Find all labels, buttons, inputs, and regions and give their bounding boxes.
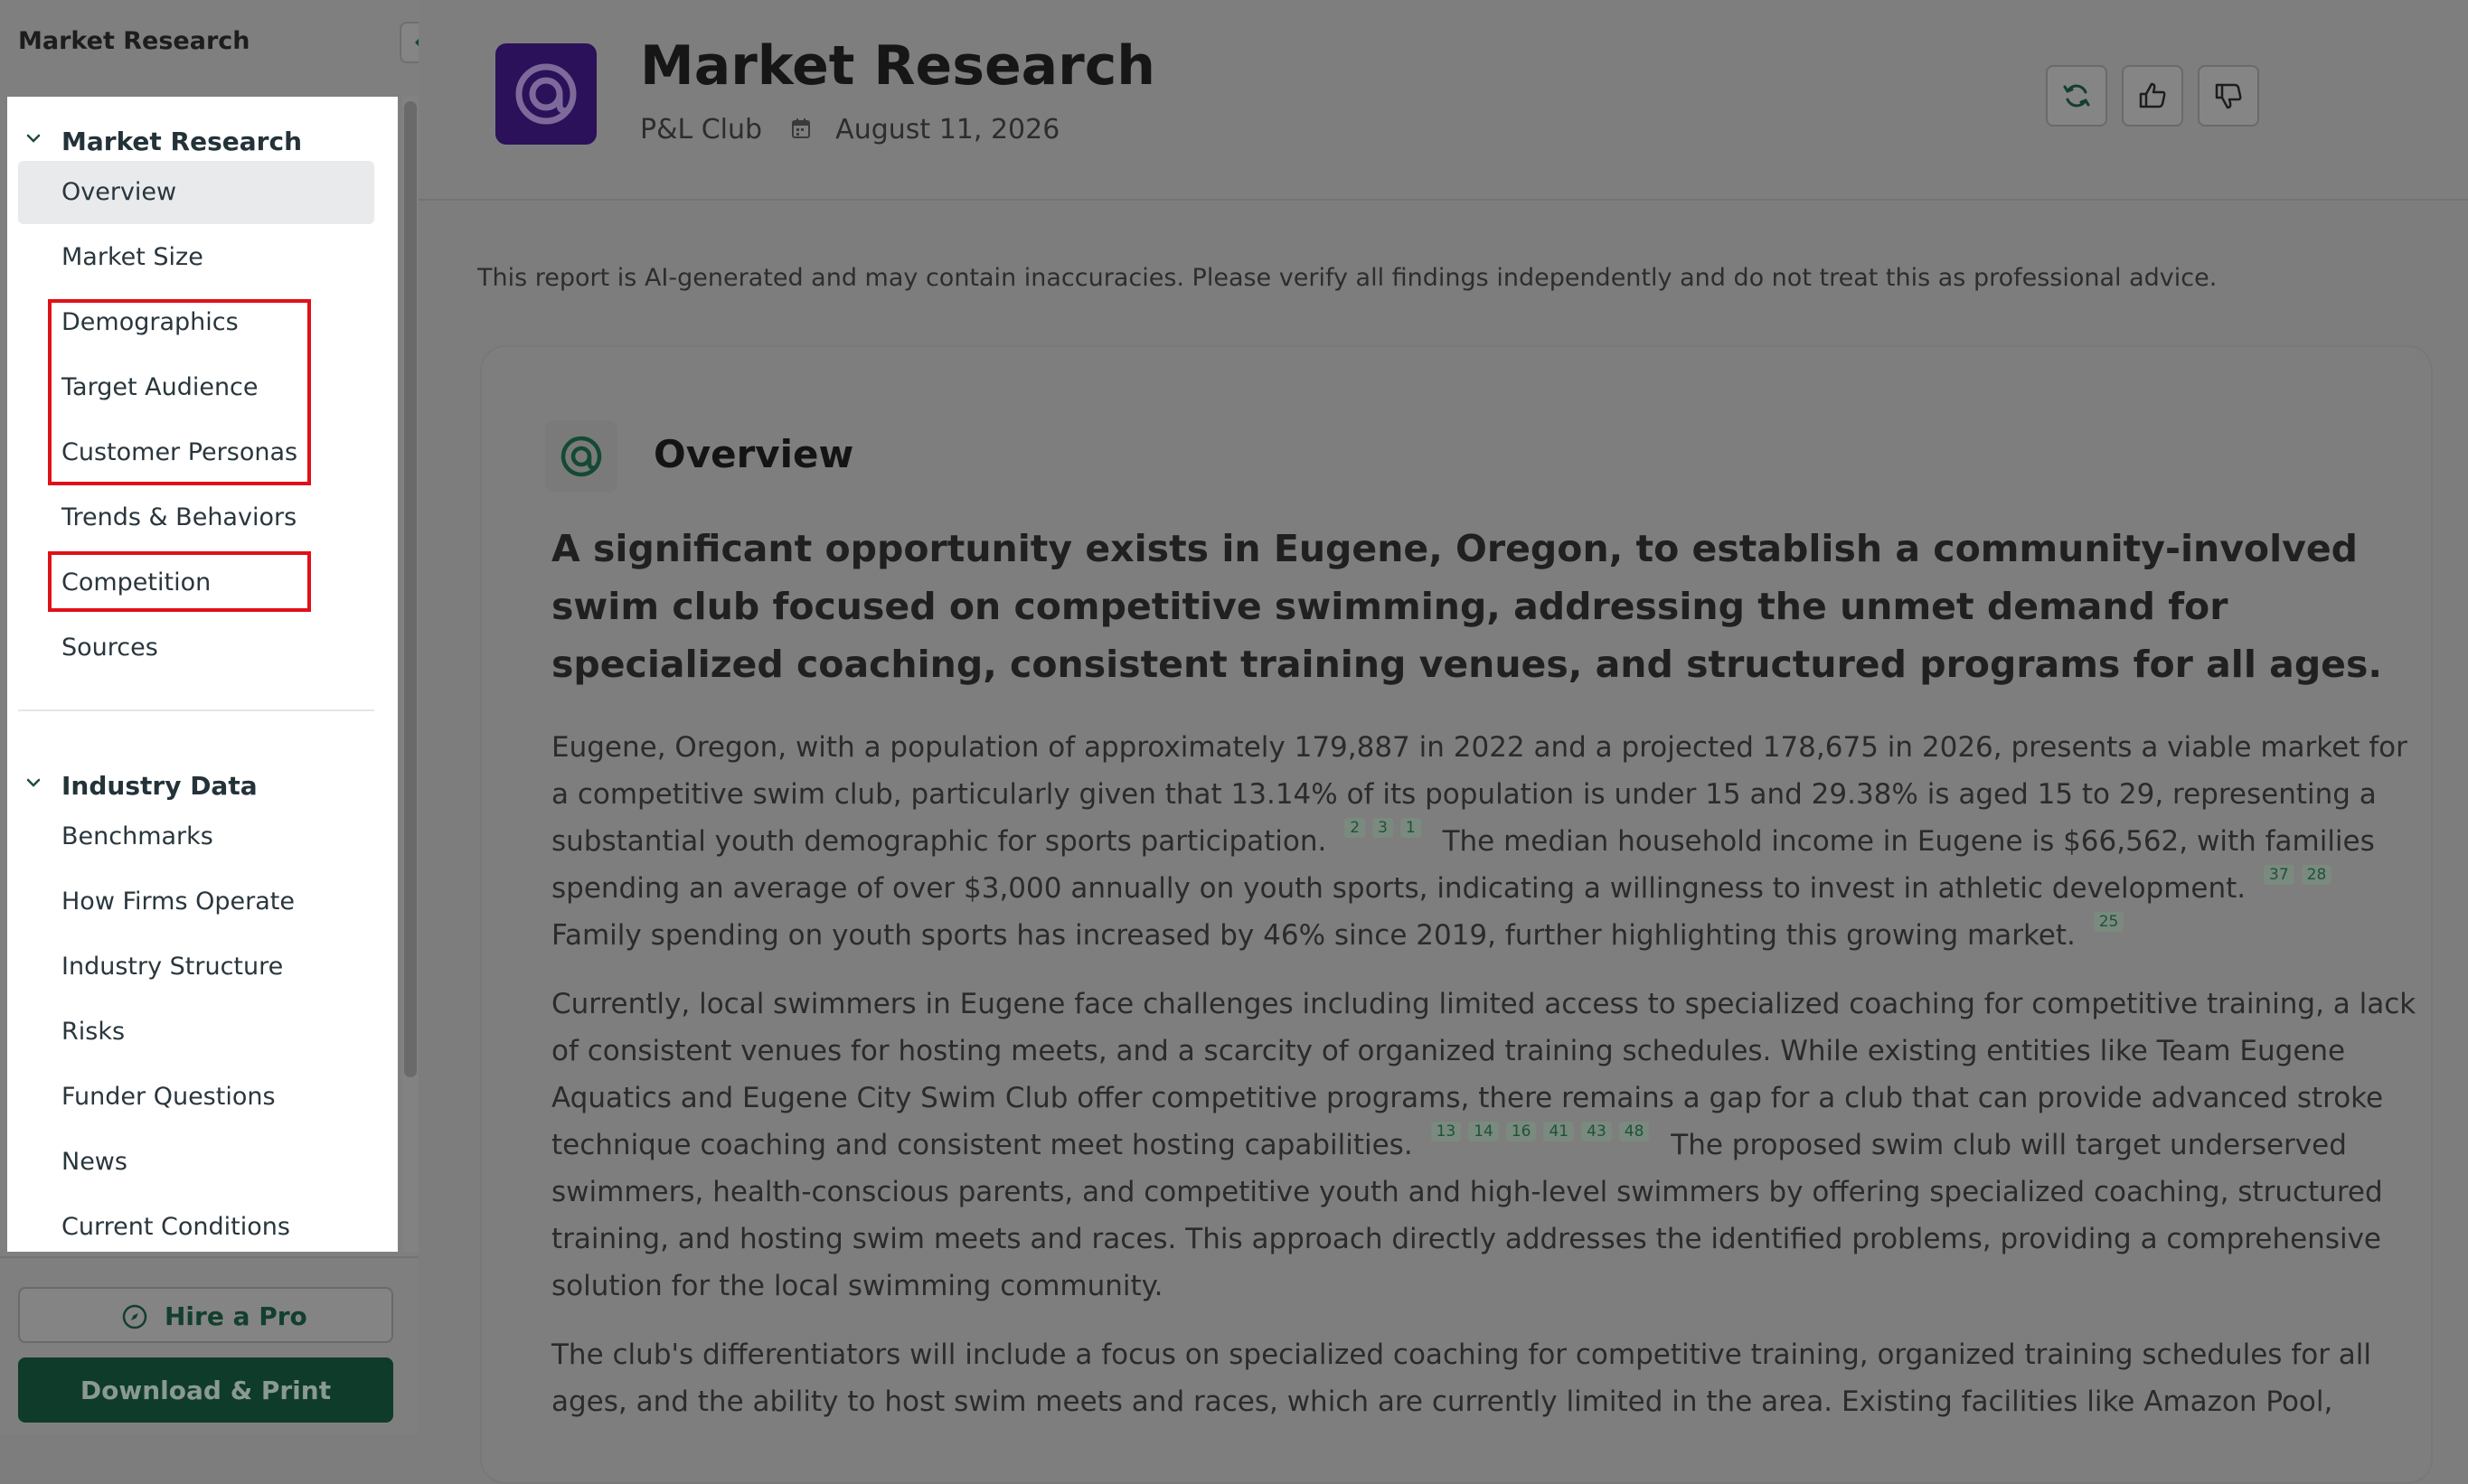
citation-link[interactable]: 48 xyxy=(1618,1122,1650,1141)
sidebar-item-label: Industry Structure xyxy=(61,953,284,981)
citation-link[interactable]: 41 xyxy=(1543,1122,1575,1141)
sidebar-item-label: How Firms Operate xyxy=(61,888,295,916)
ai-disclaimer: This report is AI-generated and may cont… xyxy=(477,264,2218,292)
overview-section-icon xyxy=(545,420,617,493)
sidebar-item-label: Benchmarks xyxy=(61,822,213,850)
download-print-label: Download & Print xyxy=(80,1376,332,1405)
report-logo xyxy=(495,43,597,145)
citation-link[interactable]: 1 xyxy=(1399,818,1421,838)
hire-a-pro-button[interactable]: Hire a Pro xyxy=(18,1287,393,1343)
citation-link[interactable]: 13 xyxy=(1430,1122,1462,1141)
sidebar-item-label: Sources xyxy=(61,634,158,662)
citation-link[interactable]: 43 xyxy=(1581,1122,1612,1141)
hire-a-pro-label: Hire a Pro xyxy=(165,1301,307,1331)
sidebar-item-label: Funder Questions xyxy=(61,1083,276,1111)
main-content: Market Research P&L Club August 11, 2026… xyxy=(419,0,2468,1484)
highlight-box xyxy=(48,551,311,612)
sidebar-item-trends-behaviors[interactable]: Trends & Behaviors xyxy=(18,486,374,549)
overview-paragraph-3: The club's differentiators will include … xyxy=(551,1338,2372,1418)
sidebar-item-label: Risks xyxy=(61,1018,126,1046)
sidebar-item-label: Market Size xyxy=(61,243,203,271)
sidebar-item-industry-structure[interactable]: Industry Structure xyxy=(18,935,374,999)
citation-link[interactable]: 16 xyxy=(1505,1122,1537,1141)
section-title: Overview xyxy=(654,432,854,476)
citation-link[interactable]: 14 xyxy=(1468,1122,1499,1141)
club-name: P&L Club xyxy=(640,114,763,146)
overview-lead: A significant opportunity exists in Euge… xyxy=(551,527,2382,686)
like-button[interactable] xyxy=(2122,65,2183,127)
download-print-button[interactable]: Download & Print xyxy=(18,1357,393,1423)
citation-link[interactable]: 25 xyxy=(2093,912,2124,932)
page-title: Market Research xyxy=(640,34,1155,98)
sidebar-item-overview[interactable]: Overview xyxy=(18,161,374,224)
citation-link[interactable]: 37 xyxy=(2264,865,2294,885)
overview-paragraph-2: Currently, local swimmers in Eugene face… xyxy=(551,981,2432,1310)
sidebar-item-sources[interactable]: Sources xyxy=(18,616,374,680)
sidebar-header: Market Research xyxy=(0,0,419,87)
citation-group: 25 xyxy=(2093,912,2132,959)
nav-group-industry-data[interactable]: Industry Data xyxy=(7,765,398,802)
sidebar-item-how-firms-operate[interactable]: How Firms Operate xyxy=(18,870,374,934)
sidebar-item-funder-questions[interactable]: Funder Questions xyxy=(18,1066,374,1129)
report-header: Market Research P&L Club August 11, 2026 xyxy=(419,0,2468,201)
report-date: August 11, 2026 xyxy=(835,114,1060,146)
sidebar-item-market-size[interactable]: Market Size xyxy=(18,226,374,289)
sidebar-title: Market Research xyxy=(18,27,250,55)
sidebar-item-label: Trends & Behaviors xyxy=(61,503,297,531)
sidebar-scrollbar-thumb[interactable] xyxy=(404,101,417,1077)
highlight-box xyxy=(48,299,311,485)
regenerate-button[interactable] xyxy=(2046,65,2107,127)
sidebar: Market Research Market Research Overview… xyxy=(0,0,441,1433)
sidebar-item-label: Current Conditions xyxy=(61,1213,290,1241)
citation-link[interactable]: 2 xyxy=(1344,818,1366,838)
sidebar-item-news[interactable]: News xyxy=(18,1131,374,1194)
sidebar-item-risks[interactable]: Risks xyxy=(18,1000,374,1064)
sidebar-item-benchmarks[interactable]: Benchmarks xyxy=(18,805,374,869)
sidebar-item-current-conditions[interactable]: Current Conditions xyxy=(18,1196,374,1252)
citation-link[interactable]: 28 xyxy=(2301,865,2332,885)
sidebar-nav: Market Research Overview Market Size Dem… xyxy=(7,97,398,1252)
overview-paragraph-1: Eugene, Oregon, with a population of app… xyxy=(551,724,2432,959)
page-subtitle: P&L Club August 11, 2026 xyxy=(640,114,1060,146)
sidebar-item-label: News xyxy=(61,1148,127,1176)
nav-group-label: Industry Data xyxy=(61,771,258,801)
nav-group-market-research[interactable]: Market Research xyxy=(7,121,398,157)
citation-group: 13 14 16 41 43 48 xyxy=(1430,1122,1657,1169)
sidebar-item-label: Overview xyxy=(61,178,177,206)
calendar-icon xyxy=(791,115,811,146)
citation-group: 231 xyxy=(1344,818,1427,865)
citation-group: 37 28 xyxy=(2264,865,2339,912)
nav-group-label: Market Research xyxy=(61,127,302,156)
dislike-button[interactable] xyxy=(2198,65,2259,127)
paragraph-text: Family spending on youth sports has incr… xyxy=(551,919,2076,952)
nav-divider xyxy=(18,709,374,711)
citation-link[interactable]: 3 xyxy=(1372,818,1393,838)
